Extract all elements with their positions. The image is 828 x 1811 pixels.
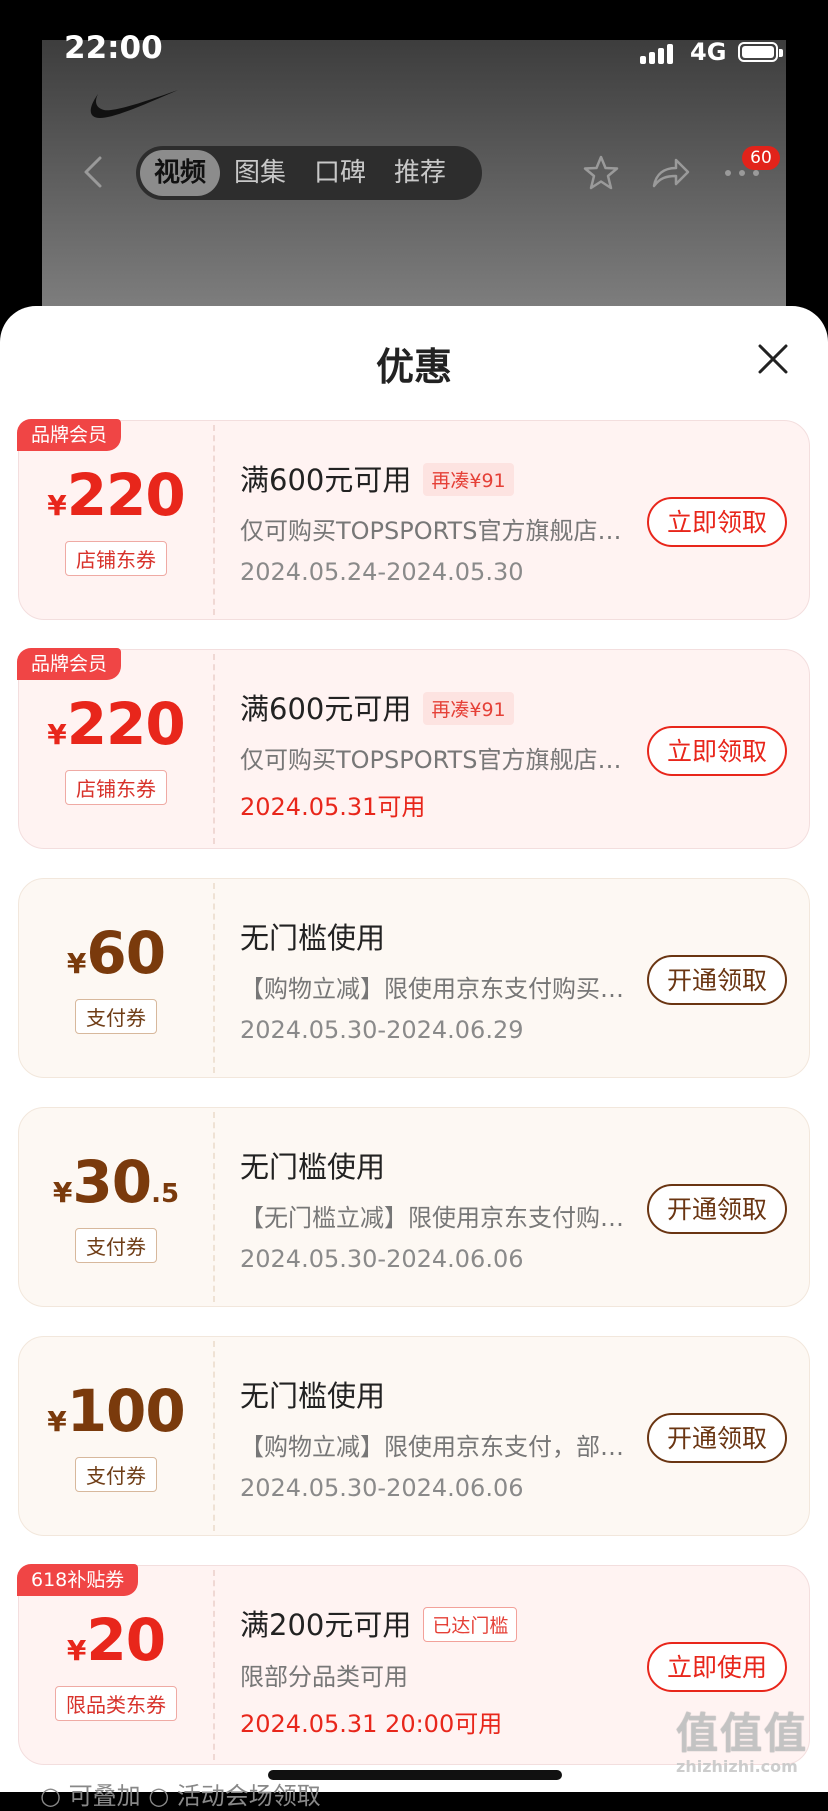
coupon-description: 【购物立减】限使用京东支付，部分商品可用 — [240, 1433, 628, 1461]
coupon-condition: 无门槛使用 — [240, 921, 386, 955]
coupon-card: ¥30.5 支付券 无门槛使用 【无门槛立减】限使用京东支付购买指定商品 202… — [18, 1107, 810, 1307]
open-and-claim-button[interactable]: 开通领取 — [647, 1413, 787, 1463]
coupon-card: ¥100 支付券 无门槛使用 【购物立减】限使用京东支付，部分商品可用 2024… — [18, 1336, 810, 1536]
favorite-star-icon[interactable] — [582, 154, 620, 192]
close-icon[interactable] — [756, 342, 790, 376]
tab-recommend[interactable]: 推荐 — [380, 150, 460, 196]
use-now-button[interactable]: 立即使用 — [647, 1642, 787, 1692]
condition-badge: 再凑¥91 — [423, 691, 514, 725]
message-count-badge: 60 — [742, 146, 780, 170]
condition-badge: 再凑¥91 — [423, 462, 514, 496]
network-type: 4G — [690, 38, 727, 66]
claim-button[interactable]: 立即领取 — [647, 497, 787, 547]
coupon-sheet: 优惠 品牌会员 ¥220 店铺东券 满600元可用 再凑¥91 仅可购买TOPSP… — [0, 306, 828, 1792]
back-icon[interactable] — [74, 152, 114, 192]
coupon-card: 品牌会员 ¥220 店铺东券 满600元可用 再凑¥91 仅可购买TOPSPORT… — [17, 648, 810, 849]
coupon-condition: 满200元可用 已达门槛 — [240, 1602, 650, 1645]
coupon-date: 2024.05.31可用 — [240, 793, 426, 821]
coupon-type-label: 店铺东券 — [65, 541, 167, 576]
tab-video[interactable]: 视频 — [140, 150, 221, 196]
coupon-date: 2024.05.30-2024.06.06 — [240, 1474, 524, 1502]
coupon-description: 【无门槛立减】限使用京东支付购买指定商品 — [240, 1204, 628, 1232]
card-divider — [213, 1112, 215, 1302]
battery-icon — [738, 42, 783, 62]
card-divider — [213, 1341, 215, 1531]
coupon-description: 限部分品类可用 — [240, 1662, 408, 1691]
open-and-claim-button[interactable]: 开通领取 — [647, 955, 787, 1005]
coupon-description: 仅可购买TOPSPORTS官方旗舰店部分商品 — [240, 746, 628, 774]
card-divider — [213, 654, 215, 844]
coupon-description: 【购物立减】限使用京东支付购买指定商品 — [240, 975, 628, 1003]
share-icon[interactable] — [650, 154, 690, 192]
coupon-condition: 无门槛使用 — [240, 1379, 386, 1413]
sheet-title: 优惠 — [375, 345, 452, 389]
tab-reviews[interactable]: 口碑 — [300, 150, 380, 196]
coupon-condition: 无门槛使用 — [240, 1150, 386, 1184]
coupon-type-label: 支付券 — [75, 1457, 157, 1492]
site-watermark: 值值值 zhizhizhi.com — [676, 1709, 809, 1776]
card-divider — [213, 425, 215, 615]
coupon-card: 品牌会员 ¥220 店铺东券 满600元可用 再凑¥91 仅可购买TOPSPORT… — [17, 419, 810, 620]
coupon-condition: 满600元可用 再凑¥91 — [240, 686, 650, 728]
coupon-date: 2024.05.24-2024.05.30 — [240, 558, 524, 586]
card-divider — [213, 883, 215, 1073]
coupon-condition: 满600元可用 再凑¥91 — [240, 457, 650, 499]
nike-logo-icon — [90, 90, 178, 118]
coupon-date: 2024.05.31 20:00可用 — [240, 1709, 503, 1738]
open-and-claim-button[interactable]: 开通领取 — [647, 1184, 787, 1234]
signal-icon — [640, 42, 680, 64]
coupon-type-label: 店铺东券 — [65, 770, 167, 805]
claim-button[interactable]: 立即领取 — [647, 726, 787, 776]
coupon-type-label: 限品类东券 — [55, 1686, 177, 1721]
status-time: 22:00 — [64, 30, 163, 66]
tab-gallery[interactable]: 图集 — [220, 150, 300, 196]
footer-hint: ○ 可叠加 ○ 活动会场领取 — [40, 1782, 321, 1810]
tab-bar: 视频 图集 口碑 推荐 — [136, 146, 482, 200]
coupon-description: 仅可购买TOPSPORTS官方旗舰店部分商品 — [240, 517, 628, 545]
card-divider — [213, 1570, 215, 1760]
coupon-card: ¥60 支付券 无门槛使用 【购物立减】限使用京东支付购买指定商品 2024.0… — [18, 878, 810, 1078]
coupon-type-label: 支付券 — [75, 999, 157, 1034]
condition-badge: 已达门槛 — [423, 1606, 518, 1642]
home-indicator — [268, 1770, 562, 1780]
coupon-type-label: 支付券 — [75, 1228, 157, 1263]
coupon-date: 2024.05.30-2024.06.29 — [240, 1016, 524, 1044]
coupon-date: 2024.05.30-2024.06.06 — [240, 1245, 524, 1273]
